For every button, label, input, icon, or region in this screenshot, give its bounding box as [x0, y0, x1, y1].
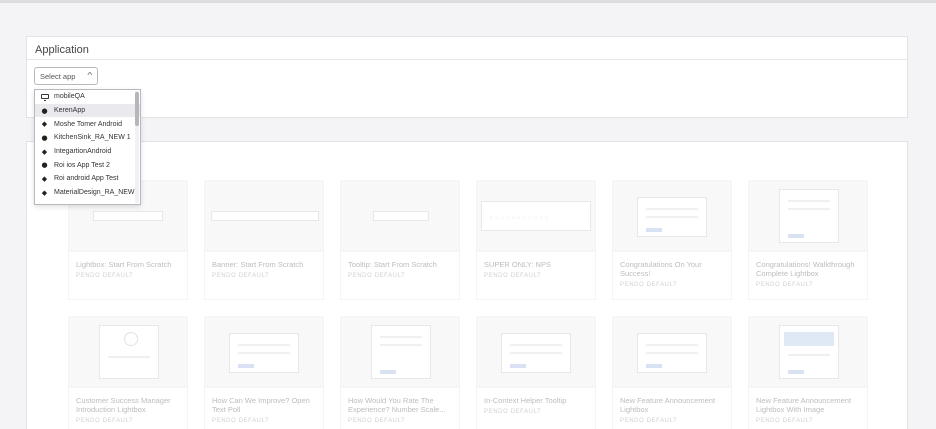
template-title: How Can We Improve? Open Text Poll	[212, 396, 310, 414]
app-option-label: Roi ios App Test 2	[54, 161, 110, 169]
template-preview	[69, 317, 187, 388]
template-card[interactable]: Congratulations! Walkthrough Complete Li…	[748, 180, 868, 300]
app-dropdown-menu[interactable]: mobileQA ● KerenApp ◆ Moshe Tomer Android ● Ki…	[34, 89, 141, 205]
template-card[interactable]: □ □ □ □ □ □ □ □ □ □ □ SUPER ONLY: NPS PEND…	[476, 180, 596, 300]
template-preview	[205, 317, 323, 388]
app-option[interactable]: ◆ Moshe Tomer Android	[35, 117, 140, 131]
app-option-label: MaterialDesign_RA_NEW	[54, 189, 135, 197]
app-option[interactable]: ◆ IntegartionAndroid	[35, 145, 140, 159]
template-title: Tooltip: Start From Scratch	[348, 260, 437, 269]
template-source: PENDO DEFAULT	[484, 409, 542, 415]
template-source: PENDO DEFAULT	[348, 418, 406, 424]
template-source: PENDO DEFAULT	[484, 273, 542, 279]
chevron-up-icon: ^	[87, 71, 93, 80]
select-app-value: Select app	[40, 72, 76, 81]
app-option[interactable]: mobileQA	[35, 90, 140, 104]
template-title: SUPER ONLY: NPS	[484, 260, 551, 269]
template-source: PENDO DEFAULT	[756, 418, 814, 424]
template-title: Customer Success Manager Introduction Li…	[76, 396, 171, 414]
template-source: PENDO DEFAULT	[348, 273, 406, 279]
template-preview	[341, 317, 459, 388]
template-card[interactable]: In-Context Helper Tooltip PENDO DEFAULT	[476, 316, 596, 429]
android-icon: ◆	[41, 189, 48, 197]
template-card[interactable]: How Can We Improve? Open Text Poll PENDO …	[204, 316, 324, 429]
template-preview: □ □ □ □ □ □ □ □ □ □ □	[477, 181, 595, 252]
template-title: Banner: Start From Scratch	[212, 260, 304, 269]
app-option-label: mobileQA	[54, 93, 85, 101]
template-card[interactable]: Tooltip: Start From Scratch PENDO DEFAULT	[340, 180, 460, 300]
template-preview	[341, 181, 459, 252]
template-card[interactable]: How Would You Rate The Experience? Numbe…	[340, 316, 460, 429]
android-icon: ◆	[41, 148, 48, 156]
android-icon: ◆	[41, 121, 48, 129]
dropdown-scrollbar-thumb[interactable]	[135, 92, 139, 126]
template-preview	[477, 317, 595, 388]
top-bar	[0, 0, 936, 3]
template-source: PENDO DEFAULT	[212, 273, 270, 279]
template-source: PENDO DEFAULT	[76, 418, 134, 424]
template-title: Lightbox: Start From Scratch	[76, 260, 172, 269]
apple-icon: ●	[41, 106, 48, 115]
template-source: PENDO DEFAULT	[212, 418, 270, 424]
template-preview	[613, 317, 731, 388]
template-card[interactable]: New Feature Announcement Lightbox With I…	[748, 316, 868, 429]
template-card[interactable]: Customer Success Manager Introduction Li…	[68, 316, 188, 429]
app-option-label: Roi android App Test	[54, 175, 119, 183]
template-title: Congratulations! Walkthrough Complete Li…	[756, 260, 855, 278]
application-panel: Application	[26, 36, 908, 118]
android-icon: ◆	[41, 175, 48, 183]
monitor-icon	[40, 94, 49, 102]
app-option-label: KerenApp	[54, 107, 86, 115]
template-card[interactable]: New Feature Announcement Lightbox PENDO D…	[612, 316, 732, 429]
app-option[interactable]: ● KerenApp	[35, 103, 140, 118]
app-option-label: KitchenSink_RA_NEW 1	[54, 134, 131, 142]
template-title: New Feature Announcement Lightbox With I…	[756, 396, 852, 414]
template-preview	[749, 181, 867, 252]
template-source: PENDO DEFAULT	[620, 282, 678, 288]
app-option[interactable]: ◆ MaterialDesign_RA_NEW	[35, 186, 140, 200]
application-section-title: Application	[27, 37, 907, 60]
template-title: How Would You Rate The Experience? Numbe…	[348, 396, 446, 414]
template-preview	[205, 181, 323, 252]
template-card[interactable]: Banner: Start From Scratch PENDO DEFAULT	[204, 180, 324, 300]
select-app-dropdown[interactable]: Select app ^	[34, 67, 98, 85]
template-preview	[749, 317, 867, 388]
app-option[interactable]: ◆ Roi android App Test	[35, 172, 140, 186]
template-source: PENDO DEFAULT	[76, 273, 134, 279]
app-option[interactable]: ● KitchenSink_RA_NEW 1	[35, 131, 140, 145]
template-source: PENDO DEFAULT	[756, 282, 814, 288]
template-title: New Feature Announcement Lightbox	[620, 396, 716, 414]
apple-icon: ●	[41, 133, 48, 142]
apple-icon: ●	[41, 161, 48, 170]
app-option-label: IntegartionAndroid	[54, 148, 112, 156]
template-preview	[613, 181, 731, 252]
app-option-label: Moshe Tomer Android	[54, 120, 122, 128]
template-card[interactable]: Congratulations On Your Success! PENDO DE…	[612, 180, 732, 300]
template-title: In-Context Helper Tooltip	[484, 396, 567, 405]
template-title: Congratulations On Your Success!	[620, 260, 702, 278]
template-source: PENDO DEFAULT	[620, 418, 678, 424]
app-option[interactable]: ● Roi ios App Test 2	[35, 158, 140, 172]
